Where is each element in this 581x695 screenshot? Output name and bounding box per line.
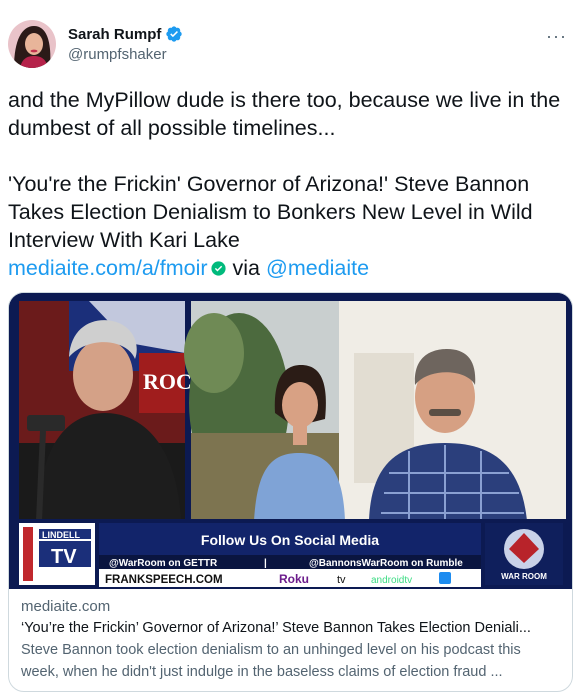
backdrop-letters: ROC: [143, 369, 192, 394]
tweet: Sarah Rumpf @rumpfshaker ··· and the MyP…: [0, 0, 581, 695]
lindell-logo-tv: TV: [51, 546, 77, 568]
tweet-header: Sarah Rumpf @rumpfshaker ···: [8, 18, 573, 70]
banner-rumble: @BannonsWarRoom on Rumble: [309, 558, 463, 569]
banner-roku: Roku: [279, 572, 309, 586]
card-domain: mediaite.com: [21, 598, 111, 615]
card-description: Steve Bannon took election denialism to …: [21, 642, 521, 680]
video-thumbnail[interactable]: ROC LINDELL TV Follow Us On Social Media…: [9, 293, 572, 589]
verified-badge-icon: [166, 26, 183, 42]
banner-androidtv: androidtv: [371, 575, 412, 586]
banner-appletv: tv: [337, 574, 346, 586]
tweet-headline: 'You're the Frickin' Governor of Arizona…: [8, 172, 533, 252]
display-name[interactable]: Sarah Rumpf: [68, 26, 161, 43]
author-handle[interactable]: @rumpfshaker: [68, 46, 183, 63]
author-block: Sarah Rumpf @rumpfshaker: [68, 25, 183, 63]
verified-link-icon: [210, 261, 226, 276]
warroom-logo: WAR ROOM: [501, 572, 547, 581]
banner-site: FRANKSPEECH.COM: [105, 574, 223, 586]
banner-separator: |: [264, 558, 267, 569]
via-text: via: [232, 256, 261, 280]
banner-gettr: @WarRoom on GETTR: [109, 558, 218, 569]
banner-title: Follow Us On Social Media: [201, 532, 379, 548]
media-image: ROC LINDELL TV Follow Us On Social Media…: [9, 293, 572, 589]
card-text[interactable]: mediaite.com ‘You’re the Frickin’ Govern…: [21, 597, 560, 683]
lindell-logo-top: LINDELL: [42, 530, 80, 540]
article-link[interactable]: mediaite.com/a/fmoir: [8, 256, 208, 280]
more-options-icon[interactable]: ···: [546, 26, 567, 47]
tweet-text: and the MyPillow dude is there too, beca…: [8, 86, 573, 282]
app-store-icon: [439, 572, 451, 584]
mention-link[interactable]: @mediaite: [266, 256, 369, 280]
link-card[interactable]: ROC LINDELL TV Follow Us On Social Media…: [8, 292, 573, 692]
tweet-comment: and the MyPillow dude is there too, beca…: [8, 88, 561, 140]
card-title: ‘You’re the Frickin’ Governor of Arizona…: [21, 620, 531, 636]
avatar[interactable]: [8, 20, 56, 68]
tweet-link-line: mediaite.com/a/fmoir via @mediaite: [8, 254, 573, 282]
